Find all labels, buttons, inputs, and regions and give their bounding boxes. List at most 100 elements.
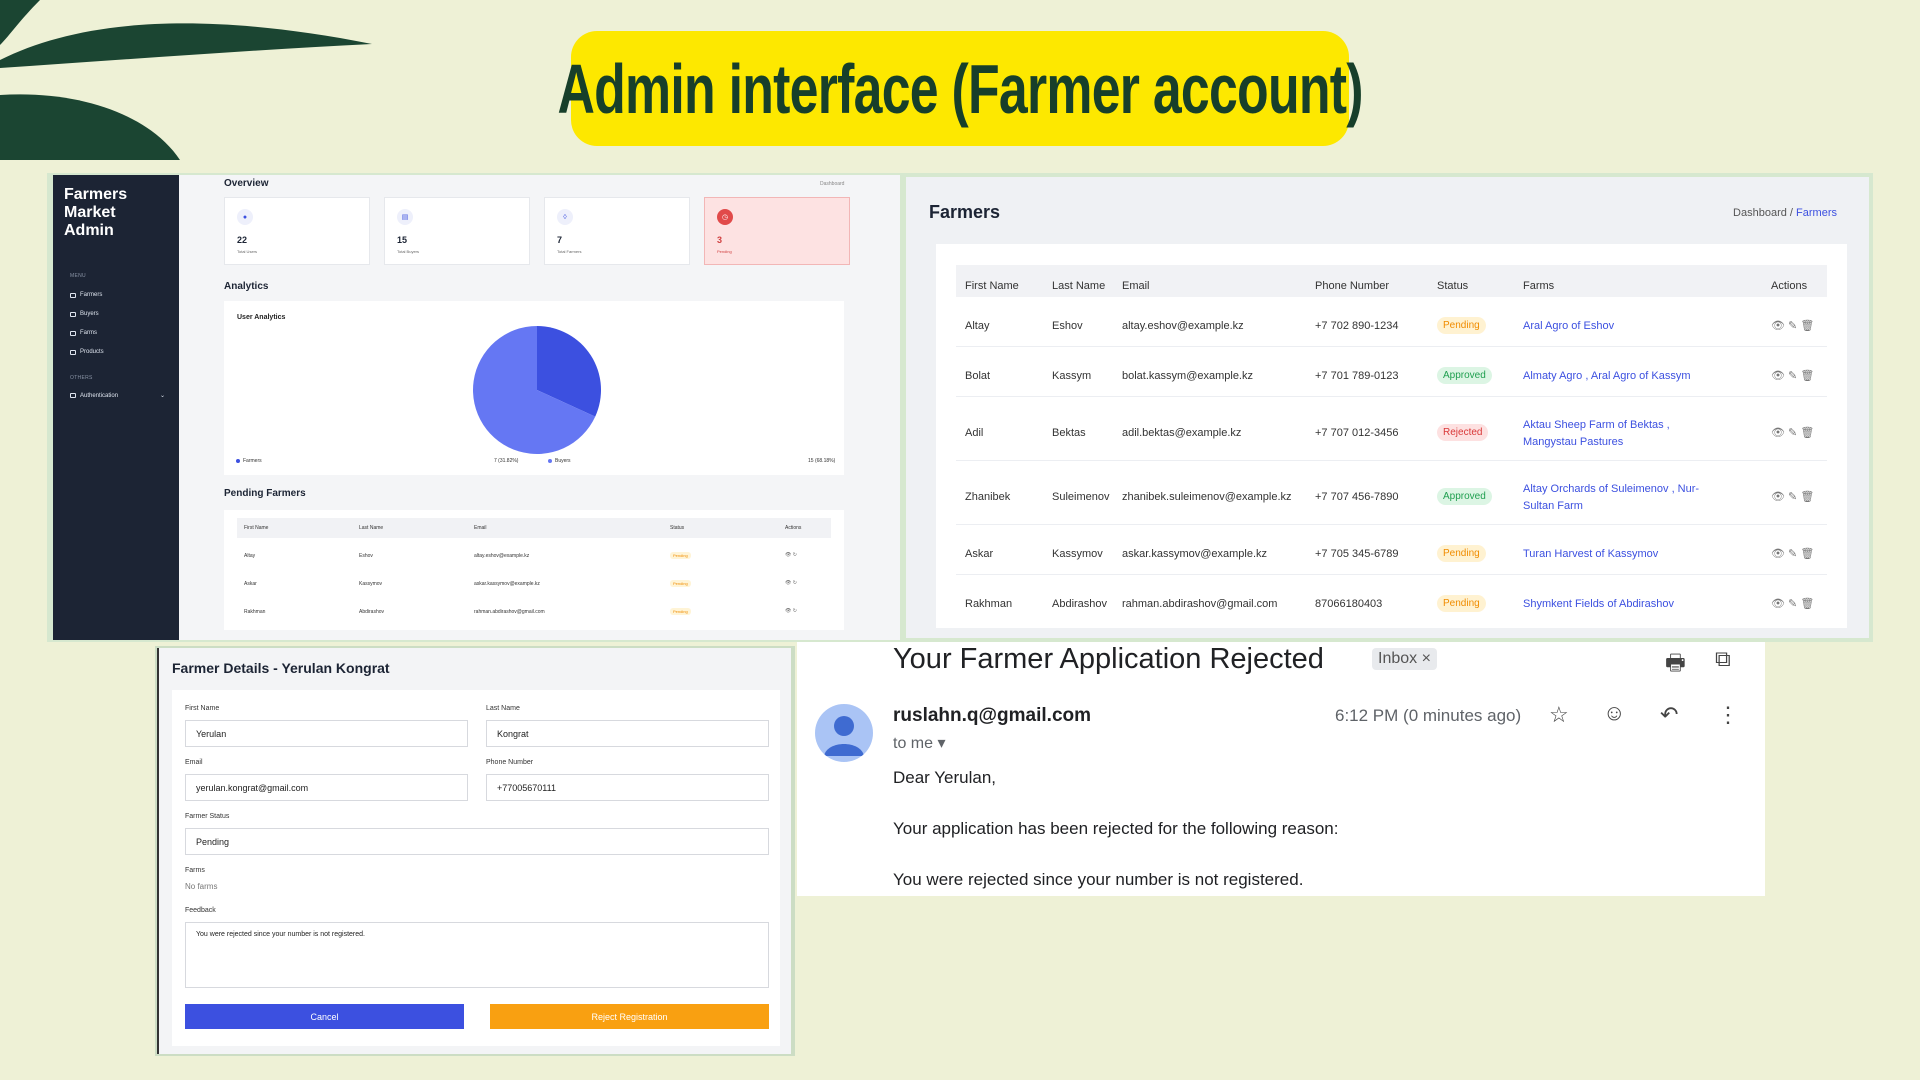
status-field[interactable]: Pending — [185, 828, 769, 855]
inbox-label[interactable]: Inbox × — [1372, 648, 1437, 670]
edit-icon[interactable]: ✎ — [1788, 598, 1797, 610]
phone-label: Phone Number — [486, 759, 534, 766]
farm-link[interactable]: Sultan Farm — [1523, 500, 1583, 512]
farm-link[interactable]: Mangystau Pastures — [1523, 436, 1623, 448]
clock-icon: ◷ — [717, 209, 733, 225]
pending-farmers-title: Pending Farmers — [224, 488, 306, 499]
view-icon[interactable]: 👁 — [1771, 598, 1785, 610]
farm-link[interactable]: Shymkent Fields of Abdirashov — [1523, 598, 1674, 610]
row-divider — [956, 574, 1827, 575]
view-icon[interactable]: 👁 — [1771, 548, 1785, 560]
trash-icon[interactable]: 🗑 — [1800, 370, 1814, 382]
email-body-line1: Your application has been rejected for t… — [893, 819, 1339, 838]
column-header: Phone Number — [1315, 280, 1389, 292]
reply-icon[interactable]: ↶ — [1660, 702, 1678, 728]
status-badge: Rejected — [1437, 424, 1489, 441]
details-title: Farmer Details - Yerulan Kongrat — [172, 660, 390, 676]
email-subject: Your Farmer Application Rejected — [893, 643, 1324, 675]
cell: Kassymov — [359, 581, 383, 587]
brand-title: Farmers Market Admin — [64, 186, 128, 239]
more-options-icon[interactable]: ⋮ — [1717, 702, 1739, 728]
column-header: Status — [1437, 280, 1469, 292]
column-header: Last Name — [359, 525, 384, 531]
view-icon[interactable]: 👁 — [1771, 491, 1785, 503]
star-icon[interactable]: ☆ — [1549, 702, 1569, 728]
open-in-new-window-icon[interactable]: ⧉ — [1715, 646, 1731, 672]
status-badge: Pending — [670, 552, 691, 559]
row-actions: 👁 ✎ 🗑 — [1771, 597, 1814, 610]
reject-registration-button[interactable]: Reject Registration — [490, 1004, 769, 1029]
cell: Abdirashov — [359, 609, 385, 615]
sidebar-item-label: Buyers — [80, 311, 99, 317]
print-icon[interactable]: 🖶 — [1665, 646, 1686, 684]
others-section-label: OTHERS — [70, 375, 93, 381]
farmers-icon — [70, 292, 76, 298]
stat-card-buyers: ▤ 15 Total Buyers — [384, 197, 530, 265]
row-actions: 👁 ✎ 🗑 — [1771, 490, 1814, 503]
trash-icon[interactable]: 🗑 — [1800, 320, 1814, 332]
cell: altay.eshov@example.kz — [474, 553, 530, 559]
view-icon[interactable]: 👁 — [1771, 427, 1785, 439]
farm-link[interactable]: Almaty Agro , Aral Agro of Kassym — [1523, 370, 1691, 382]
trash-icon[interactable]: 🗑 — [1800, 598, 1814, 610]
row-actions[interactable]: 👁 ↻ — [785, 552, 797, 558]
last-name-field[interactable]: Kongrat — [486, 720, 769, 747]
row-divider — [956, 460, 1827, 461]
cell: Altay — [244, 553, 256, 559]
sidebar-item-authentication[interactable]: Authentication ⌄ — [70, 392, 165, 399]
sidebar-item-label: Farms — [80, 330, 97, 336]
trash-icon[interactable]: 🗑 — [1800, 548, 1814, 560]
breadcrumb-current: Farmers — [1796, 207, 1837, 219]
stat-card-pending: ◷ 3 Pending — [704, 197, 850, 265]
cell: Rakhman — [244, 609, 266, 615]
feedback-textarea[interactable]: You were rejected since your number is n… — [185, 922, 769, 988]
person-icon — [824, 716, 864, 756]
sidebar-item-farmers[interactable]: Farmers — [70, 292, 102, 298]
trash-icon[interactable]: 🗑 — [1800, 491, 1814, 503]
sidebar-item-label: Products — [80, 349, 104, 355]
sender-email: ruslahn.q@gmail.com — [893, 705, 1092, 726]
view-icon[interactable]: 👁 — [1771, 320, 1785, 332]
data-label-farmers: 7 (31.82%) — [494, 458, 519, 464]
leaf-decoration — [0, 0, 372, 160]
edit-icon[interactable]: ✎ — [1788, 427, 1797, 439]
cell: Askar — [244, 581, 257, 587]
status-badge: Pending — [670, 580, 691, 587]
sidebar-item-products[interactable]: Products — [70, 349, 104, 355]
cell: rahman.abdirashov@gmail.com — [474, 609, 545, 615]
recipient-label: to me — [893, 735, 934, 752]
trash-icon[interactable]: 🗑 — [1800, 427, 1814, 439]
farm-link[interactable]: Turan Harvest of Kassymov — [1523, 548, 1658, 560]
slide-title-banner: Admin interface (Farmer account) — [557, 31, 1363, 146]
farm-link[interactable]: Altay Orchards of Suleimenov , Nur- — [1523, 483, 1699, 495]
edit-icon[interactable]: ✎ — [1788, 370, 1797, 382]
edit-icon[interactable]: ✎ — [1788, 491, 1797, 503]
stat-card-farmers: ◊ 7 Total Farmers — [544, 197, 690, 265]
farmer-details-panel: Farmer Details - Yerulan Kongrat First N… — [155, 646, 795, 1056]
row-actions: 👁 ✎ 🗑 — [1771, 319, 1814, 332]
cancel-button[interactable]: Cancel — [185, 1004, 464, 1029]
email-field[interactable]: yerulan.kongrat@gmail.com — [185, 774, 468, 801]
emoji-reaction-icon[interactable]: ☺ — [1603, 700, 1625, 726]
farm-link[interactable]: Aktau Sheep Farm of Bektas , — [1523, 419, 1670, 431]
sidebar-item-farms[interactable]: Farms — [70, 330, 97, 336]
recipient-dropdown[interactable]: to me ▾ — [893, 733, 946, 753]
edit-icon[interactable]: ✎ — [1788, 548, 1797, 560]
sidebar-item-buyers[interactable]: Buyers — [70, 311, 99, 317]
phone-field[interactable]: +77005670111 — [486, 774, 769, 801]
leaf-icon: ◊ — [557, 209, 573, 225]
cell-first-name: Altay — [965, 320, 990, 332]
status-badge: Pending — [670, 608, 691, 615]
row-actions[interactable]: 👁 ↻ — [785, 580, 797, 586]
stat-label: Total Farmers — [557, 249, 582, 254]
breadcrumb-home[interactable]: Dashboard / — [1733, 207, 1793, 219]
breadcrumb[interactable]: Dashboard — [820, 181, 844, 187]
column-header: Email — [1122, 280, 1150, 292]
legend-label: Farmers — [243, 458, 262, 464]
row-actions[interactable]: 👁 ↻ — [785, 608, 797, 614]
first-name-field[interactable]: Yerulan — [185, 720, 468, 747]
edit-icon[interactable]: ✎ — [1788, 320, 1797, 332]
row-actions: 👁 ✎ 🗑 — [1771, 369, 1814, 382]
farm-link[interactable]: Aral Agro of Eshov — [1523, 320, 1614, 332]
view-icon[interactable]: 👁 — [1771, 370, 1785, 382]
